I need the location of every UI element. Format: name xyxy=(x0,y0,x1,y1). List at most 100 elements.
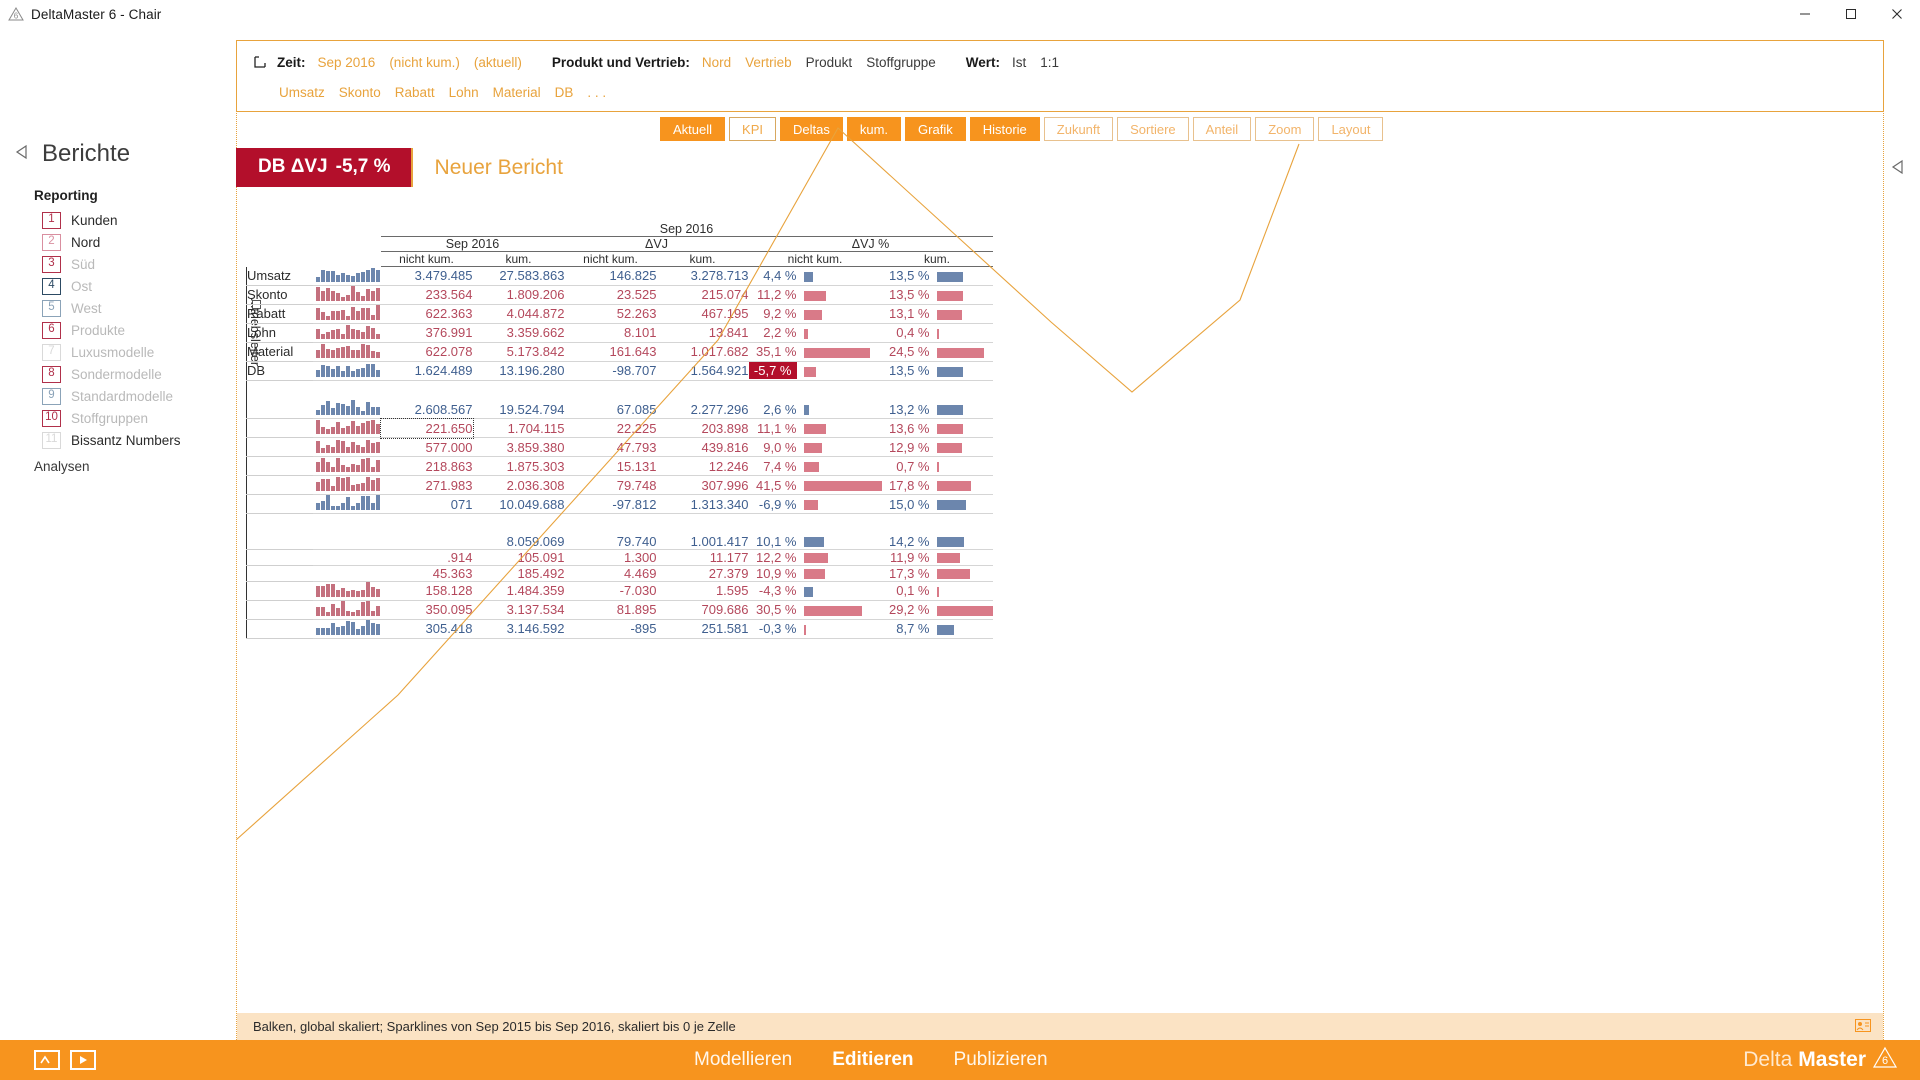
kpi-badge-value: -5,7 % xyxy=(336,156,391,178)
percent-bar xyxy=(804,462,819,472)
table-cell-value: 1.001.417 xyxy=(657,534,749,550)
filter-measure-2[interactable]: Rabatt xyxy=(395,85,435,100)
sidebar-item-standardmodelle[interactable]: 9Standardmodelle xyxy=(0,385,236,407)
mode-editieren[interactable]: Editieren xyxy=(832,1049,913,1071)
table-row[interactable]: 350.0953.137.53481.895709.68630,5 %29,2 … xyxy=(247,600,993,619)
filter-measure-3[interactable]: Lohn xyxy=(449,85,479,100)
table-row[interactable]: 07110.049.688-97.8121.313.340-6,9 %15,0 … xyxy=(247,495,993,514)
table-cell-value: 146.825 xyxy=(565,267,657,286)
right-panel-collapse-icon[interactable] xyxy=(1890,158,1906,181)
filter-produkt-stoffgruppe[interactable]: Stoffgruppe xyxy=(866,55,936,70)
close-button[interactable] xyxy=(1874,0,1920,28)
percent-bar xyxy=(937,443,962,453)
table-row[interactable]: 305.4183.146.592-895251.581-0,3 %8,7 % xyxy=(247,619,993,638)
table-cell-value: 23.525 xyxy=(565,285,657,304)
table-row[interactable]: 577.0003.859.38047.793439.8169,0 %12,9 % xyxy=(247,438,993,457)
table-row[interactable]: Skonto233.5641.809.20623.525215.07411,2 … xyxy=(247,285,993,304)
table-cell-percent-wrap: 11,9 % xyxy=(882,549,993,565)
table-cell-value: 439.816 xyxy=(657,438,749,457)
table-row[interactable]: DB1.624.48913.196.280-98.7071.564.921-5,… xyxy=(247,361,993,380)
play-icon[interactable] xyxy=(70,1050,96,1070)
table-cell-value: -895 xyxy=(565,619,657,638)
filter-measure-0[interactable]: Umsatz xyxy=(279,85,325,100)
sidebar-item-number: 10 xyxy=(42,410,61,427)
tab-zoom[interactable]: Zoom xyxy=(1255,117,1314,141)
tab-historie[interactable]: Historie xyxy=(970,117,1040,141)
table-row[interactable]: 271.9832.036.30879.748307.99641,5 %17,8 … xyxy=(247,476,993,495)
user-card-icon[interactable] xyxy=(1855,1019,1871,1035)
table-row[interactable]: 218.8631.875.30315.13112.2467,4 %0,7 % xyxy=(247,457,993,476)
table-super-header: Sep 2016 xyxy=(381,222,993,237)
mode-publizieren[interactable]: Publizieren xyxy=(954,1049,1048,1071)
mode-modellieren[interactable]: Modellieren xyxy=(694,1049,792,1071)
table-cell-value: 67.085 xyxy=(565,400,657,419)
table-cell-value: 218.863 xyxy=(381,457,473,476)
table-cell-percent: 2,2 % xyxy=(749,325,797,340)
sidebar-item-number: 1 xyxy=(42,212,61,229)
tab-kum-[interactable]: kum. xyxy=(847,117,901,141)
tab-aktuell[interactable]: Aktuell xyxy=(660,117,725,141)
sidebar-item-sondermodelle[interactable]: 8Sondermodelle xyxy=(0,363,236,385)
tab-deltas[interactable]: Deltas xyxy=(780,117,843,141)
tab-grafik[interactable]: Grafik xyxy=(905,117,966,141)
tab-sortiere[interactable]: Sortiere xyxy=(1117,117,1189,141)
sidebar-item-nord[interactable]: 2Nord xyxy=(0,231,236,253)
table-cell-percent-highlight: -5,7 % xyxy=(749,362,797,379)
sidebar-item-stoffgruppen[interactable]: 10 Stoffgruppen xyxy=(0,407,236,429)
filter-wert-ratio[interactable]: 1:1 xyxy=(1040,55,1059,70)
filter-produkt-nord[interactable]: Nord xyxy=(702,55,731,70)
table-row[interactable]: Lohn376.9913.359.6628.10113.8412,2 %0,4 … xyxy=(247,323,993,342)
table-row[interactable]: Rabatt622.3634.044.87252.263467.1959,2 %… xyxy=(247,304,993,323)
filter-measure-6[interactable]: . . . xyxy=(587,85,606,100)
tab-zukunft[interactable]: Zukunft xyxy=(1044,117,1113,141)
sidebar-item-bissantz-numbers[interactable]: 11Bissantz Numbers xyxy=(0,429,236,451)
table-row[interactable]: 221.6501.704.11522.225203.89811,1 %13,6 … xyxy=(247,419,993,438)
table-cell-value: 1.484.359 xyxy=(473,581,565,600)
filter-produkt-produkt[interactable]: Produkt xyxy=(806,55,853,70)
table-cell-value: 1.595 xyxy=(657,581,749,600)
sidebar-item-luxusmodelle[interactable]: 7Luxusmodelle xyxy=(0,341,236,363)
filter-zeit-1[interactable]: (nicht kum.) xyxy=(389,55,460,70)
filter-measure-5[interactable]: DB xyxy=(555,85,574,100)
table-row[interactable]: 45.363185.4924.46927.37910,9 %17,3 % xyxy=(247,565,993,581)
filter-produkt-vertrieb[interactable]: Vertrieb xyxy=(745,55,792,70)
chevron-left-icon[interactable] xyxy=(14,143,30,166)
table-cell-value: 467.195 xyxy=(657,304,749,323)
table-row[interactable]: .914105.0911.30011.17712,2 %11,9 % xyxy=(247,549,993,565)
sidebar-item-ost[interactable]: 4Ost xyxy=(0,275,236,297)
tab-anteil[interactable]: Anteil xyxy=(1193,117,1252,141)
filter-zeit-2[interactable]: (aktuell) xyxy=(474,55,522,70)
sidebar-item-west[interactable]: 5West xyxy=(0,297,236,319)
sidebar-item-produkte[interactable]: 6Produkte xyxy=(0,319,236,341)
table-row[interactable]: Umsatz3.479.48527.583.863146.8253.278.71… xyxy=(247,267,993,286)
table-cell-percent-wrap: 13,5 % xyxy=(882,285,993,304)
table-row[interactable]: 2.608.56719.524.79467.0852.277.2962,6 %1… xyxy=(247,400,993,419)
tab-kpi[interactable]: KPI xyxy=(729,117,776,141)
report-title[interactable]: Neuer Bericht xyxy=(413,148,563,187)
table-cell-value: 158.128 xyxy=(381,581,473,600)
table-super-header-row: Sep 2016 xyxy=(247,222,993,237)
maximize-button[interactable] xyxy=(1828,0,1874,28)
table-cell-percent-wrap: 13,2 % xyxy=(882,400,993,419)
table-row[interactable]: 158.1281.484.359-7.0301.595-4,3 %0,1 % xyxy=(247,581,993,600)
tab-layout[interactable]: Layout xyxy=(1318,117,1383,141)
table-cell-value: 185.492 xyxy=(473,565,565,581)
filter-measure-4[interactable]: Material xyxy=(493,85,541,100)
table-row[interactable]: Material622.0785.173.842161.6431.017.682… xyxy=(247,342,993,361)
minimize-button[interactable] xyxy=(1782,0,1828,28)
sidebar-item-kunden[interactable]: 1Kunden xyxy=(0,209,236,231)
filter-zeit-0[interactable]: Sep 2016 xyxy=(318,55,376,70)
table-row[interactable]: 8.059.06979.7401.001.41710,1 %14,2 % xyxy=(247,534,993,550)
table-cell-value: 13.841 xyxy=(657,323,749,342)
table-group-header-0: Sep 2016 xyxy=(381,237,565,252)
filter-wert-ist[interactable]: Ist xyxy=(1012,55,1026,70)
table-cell-value: 3.859.380 xyxy=(473,438,565,457)
sidebar-item-s-d[interactable]: 3Süd xyxy=(0,253,236,275)
table-cell-value: 15.131 xyxy=(565,457,657,476)
filter-measure-1[interactable]: Skonto xyxy=(339,85,381,100)
screen-icon[interactable] xyxy=(34,1050,60,1070)
sidebar-item-label: Stoffgruppen xyxy=(71,411,148,426)
sidebar-item-number: 4 xyxy=(42,278,61,295)
table-row-label xyxy=(247,419,313,438)
kpi-badge[interactable]: DB ΔVJ -5,7 % xyxy=(236,148,413,187)
